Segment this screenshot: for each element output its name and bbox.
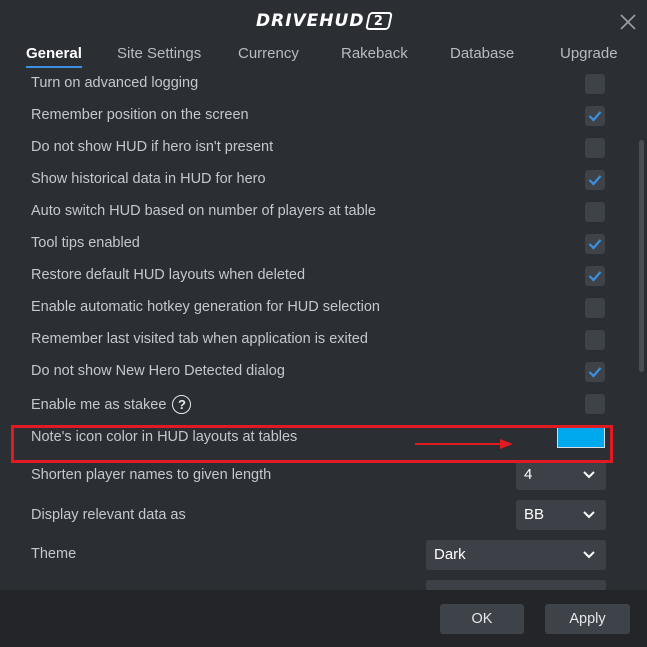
- setting-label: Enable me as stakee: [31, 396, 167, 413]
- checkmark-icon: [588, 111, 602, 122]
- setting-label: Remember last visited tab when applicati…: [31, 331, 368, 347]
- setting-label: Enable automatic hotkey generation for H…: [31, 299, 380, 315]
- highlight-box: [11, 425, 613, 463]
- setting-row-restore-layouts: Restore default HUD layouts when deleted: [0, 260, 636, 292]
- question-circle-icon[interactable]: ?: [172, 395, 192, 414]
- setting-row-new-hero-dialog: Do not show New Hero Detected dialog: [0, 356, 636, 388]
- checkmark-icon: [588, 239, 602, 250]
- chevron-down-icon: [583, 471, 595, 479]
- stakee-checkbox[interactable]: [585, 394, 605, 414]
- historical-data-checkbox[interactable]: [585, 170, 605, 190]
- advanced-logging-checkbox[interactable]: [585, 74, 605, 94]
- setting-label: Do not show HUD if hero isn't present: [31, 139, 274, 155]
- setting-row-auto-switch-hud: Auto switch HUD based on number of playe…: [0, 196, 636, 228]
- auto-switch-hud-checkbox[interactable]: [585, 202, 605, 222]
- logo-badge: 2: [365, 12, 394, 30]
- new-hero-dialog-checkbox[interactable]: [585, 362, 605, 382]
- setting-row-remember-tab: Remember last visited tab when applicati…: [0, 324, 636, 356]
- setting-label: Theme: [31, 546, 77, 562]
- chevron-down-icon: [583, 511, 595, 519]
- dropdown-value: Dark: [434, 546, 466, 563]
- checkmark-icon: [588, 271, 602, 282]
- arrow-right-icon: [415, 439, 513, 449]
- dropdown-value: BB: [524, 506, 545, 523]
- dialog-footer: OK Apply: [0, 590, 647, 647]
- setting-label: Remember position on the screen: [31, 107, 249, 123]
- settings-list: Turn on advanced logging Remember positi…: [0, 70, 636, 590]
- logo-badge-number: 2: [374, 13, 384, 29]
- setting-row-stakee: Enable me as stakee ?: [0, 388, 636, 420]
- setting-row-tool-tips: Tool tips enabled: [0, 228, 636, 260]
- tab-database[interactable]: Database: [450, 45, 514, 62]
- setting-label: Show historical data in HUD for hero: [31, 171, 266, 187]
- hide-hud-no-hero-checkbox[interactable]: [585, 138, 605, 158]
- drivehud-logo: DRIVEHUD 2: [256, 10, 394, 32]
- logo-text: DRIVEHUD: [256, 11, 365, 31]
- setting-row-hide-hud-no-hero: Do not show HUD if hero isn't present: [0, 132, 636, 164]
- theme-dropdown[interactable]: Dark: [426, 540, 606, 570]
- tab-upgrade[interactable]: Upgrade: [560, 45, 618, 62]
- setting-label: Tool tips enabled: [31, 235, 140, 251]
- restore-layouts-checkbox[interactable]: [585, 266, 605, 286]
- setting-row-auto-hotkey: Enable automatic hotkey generation for H…: [0, 292, 636, 324]
- setting-label-wrap: Enable me as stakee ?: [31, 395, 192, 414]
- setting-row-remember-position: Remember position on the screen: [0, 100, 636, 132]
- next-setting-dropdown[interactable]: [426, 580, 606, 590]
- active-tab-indicator: [26, 66, 82, 68]
- chevron-down-icon: [583, 551, 595, 559]
- scrollbar-thumb[interactable]: [639, 140, 644, 372]
- relevant-data-dropdown[interactable]: BB: [516, 500, 606, 530]
- setting-label: Turn on advanced logging: [31, 75, 199, 91]
- setting-row-historical-data: Show historical data in HUD for hero: [0, 164, 636, 196]
- dropdown-value: 4: [524, 466, 533, 483]
- auto-hotkey-checkbox[interactable]: [585, 298, 605, 318]
- apply-button[interactable]: Apply: [545, 604, 630, 634]
- title-bar: DRIVEHUD 2: [0, 0, 647, 40]
- ok-button[interactable]: OK: [440, 604, 524, 634]
- close-icon[interactable]: [619, 13, 637, 31]
- tab-site-settings[interactable]: Site Settings: [117, 45, 201, 62]
- setting-label: Do not show New Hero Detected dialog: [31, 363, 285, 379]
- setting-label: Shorten player names to given length: [31, 467, 272, 483]
- remember-position-checkbox[interactable]: [585, 106, 605, 126]
- remember-tab-checkbox[interactable]: [585, 330, 605, 350]
- tool-tips-checkbox[interactable]: [585, 234, 605, 254]
- checkmark-icon: [588, 175, 602, 186]
- setting-label: Restore default HUD layouts when deleted: [31, 267, 306, 283]
- shorten-names-dropdown[interactable]: 4: [516, 460, 606, 490]
- tab-general[interactable]: General: [26, 45, 82, 62]
- tab-currency[interactable]: Currency: [238, 45, 299, 62]
- checkmark-icon: [588, 367, 602, 378]
- tab-rakeback[interactable]: Rakeback: [341, 45, 408, 62]
- settings-tabs: General Site Settings Currency Rakeback …: [0, 40, 647, 70]
- setting-label: Auto switch HUD based on number of playe…: [31, 203, 376, 219]
- setting-row-advanced-logging: Turn on advanced logging: [0, 70, 636, 100]
- setting-label: Display relevant data as: [31, 507, 186, 523]
